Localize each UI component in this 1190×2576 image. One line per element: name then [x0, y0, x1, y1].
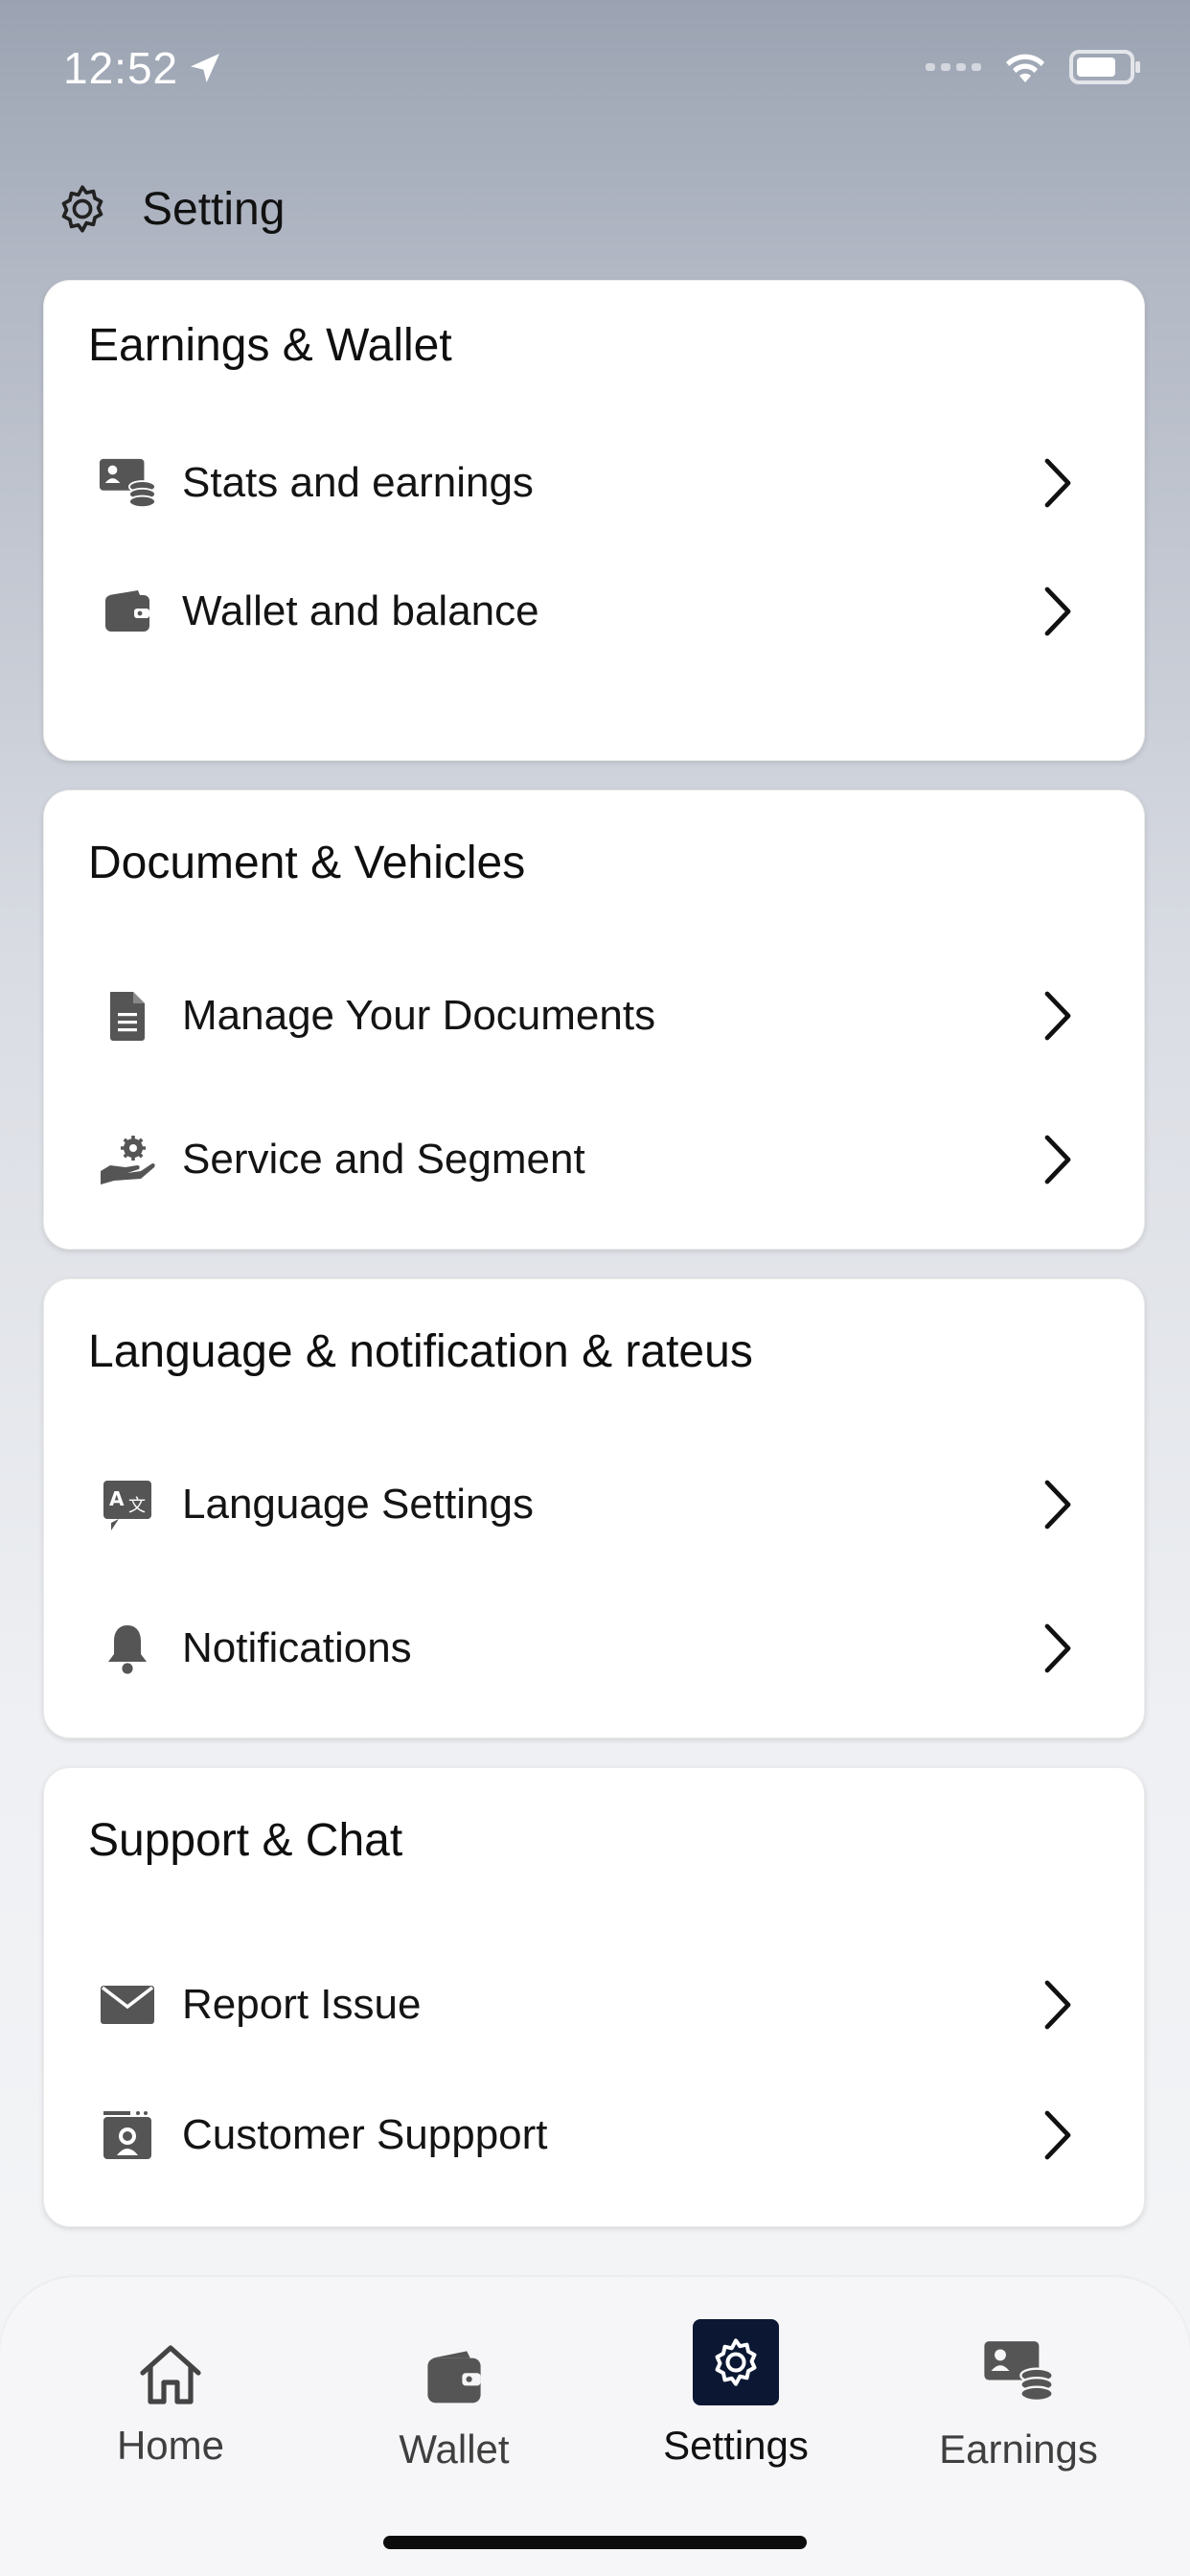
menu-item-customer-support[interactable]: Customer Suppport — [44, 2082, 1144, 2188]
section-card-language-notification: Language & notification & rateus A 文 Lan… — [43, 1278, 1145, 1738]
battery-icon — [1069, 50, 1140, 84]
menu-item-language-settings[interactable]: A 文 Language Settings — [44, 1452, 1144, 1557]
status-indicators — [926, 50, 1142, 84]
customer-support-icon — [98, 2105, 157, 2165]
status-bar: 12:52 — [0, 0, 1190, 144]
tab-label: Home — [116, 2423, 225, 2468]
chevron-right-icon — [1039, 1978, 1077, 2032]
menu-item-label: Language Settings — [182, 1481, 534, 1528]
menu-item-service-segment[interactable]: Service and Segment — [44, 1107, 1144, 1212]
bell-icon — [98, 1619, 157, 1678]
menu-item-manage-documents[interactable]: Manage Your Documents — [44, 963, 1144, 1069]
svg-text:文: 文 — [128, 1496, 146, 1516]
service-hand-gear-icon — [98, 1130, 157, 1189]
section-title: Earnings & Wallet — [88, 320, 452, 371]
menu-item-label: Notifications — [182, 1624, 412, 1671]
menu-item-label: Manage Your Documents — [182, 992, 656, 1039]
bottom-tab-bar: Home Wallet Settings Earnings — [0, 2277, 1190, 2576]
language-icon: A 文 — [98, 1475, 157, 1534]
section-card-support-chat: Support & Chat Report Issue Customer Sup… — [43, 1767, 1145, 2227]
tab-label: Wallet — [399, 2426, 510, 2472]
tab-label: Settings — [663, 2423, 809, 2468]
wallet-icon — [98, 582, 157, 641]
gear-icon — [61, 185, 103, 233]
menu-item-stats-earnings[interactable]: Stats and earnings — [44, 430, 1144, 536]
chevron-right-icon — [1039, 1478, 1077, 1531]
tab-wallet[interactable]: Wallet — [349, 2319, 560, 2472]
menu-item-wallet-balance[interactable]: Wallet and balance — [44, 559, 1144, 664]
app-header: Setting — [52, 178, 285, 240]
envelope-icon — [98, 1975, 157, 2035]
wifi-icon — [1006, 54, 1044, 82]
chevron-right-icon — [1039, 989, 1077, 1043]
menu-item-label: Report Issue — [182, 1981, 422, 2028]
location-arrow-icon — [191, 54, 220, 82]
home-icon — [65, 2319, 276, 2405]
stats-earnings-icon — [98, 453, 157, 513]
chevron-right-icon — [1039, 1133, 1077, 1186]
wallet-icon — [349, 2319, 560, 2405]
chevron-right-icon — [1039, 585, 1077, 638]
chevron-right-icon — [1039, 2108, 1077, 2162]
menu-item-label: Stats and earnings — [182, 459, 534, 506]
menu-item-label: Customer Suppport — [182, 2111, 548, 2158]
menu-item-notifications[interactable]: Notifications — [44, 1596, 1144, 1701]
tab-home[interactable]: Home — [65, 2319, 276, 2469]
chevron-right-icon — [1039, 456, 1077, 510]
document-icon — [98, 986, 157, 1046]
gear-icon-active — [630, 2319, 841, 2405]
cellular-signal-icon — [926, 63, 981, 71]
menu-item-label: Service and Segment — [182, 1136, 585, 1183]
chevron-right-icon — [1039, 1622, 1077, 1675]
earnings-icon — [913, 2319, 1124, 2405]
menu-item-report-issue[interactable]: Report Issue — [44, 1952, 1144, 2058]
status-time: 12:52 — [63, 42, 224, 94]
section-card-document-vehicles: Document & Vehicles Manage Your Document… — [43, 790, 1145, 1250]
tab-earnings[interactable]: Earnings — [913, 2319, 1124, 2472]
tab-settings[interactable]: Settings — [630, 2319, 841, 2469]
status-time-text: 12:52 — [63, 43, 179, 93]
svg-text:A: A — [109, 1487, 125, 1510]
home-indicator — [383, 2536, 807, 2549]
section-title: Support & Chat — [88, 1815, 403, 1866]
page-title: Setting — [142, 183, 286, 235]
section-card-earnings-wallet: Earnings & Wallet Stats and earnings Wal… — [43, 280, 1145, 761]
menu-item-label: Wallet and balance — [182, 587, 539, 634]
section-title: Language & notification & rateus — [88, 1326, 753, 1377]
section-title: Document & Vehicles — [88, 838, 526, 888]
tab-label: Earnings — [939, 2426, 1098, 2472]
